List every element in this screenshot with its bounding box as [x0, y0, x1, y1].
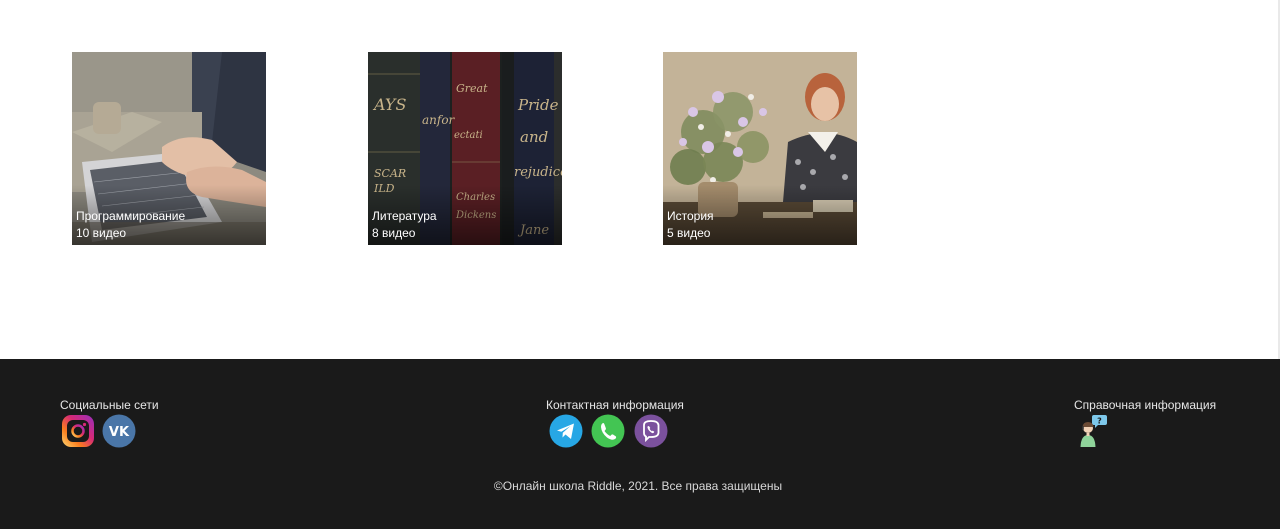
- social-title: Социальные сети: [60, 398, 159, 412]
- footer: Социальные сети VK Контактная информация…: [0, 359, 1280, 529]
- svg-text:and: and: [520, 128, 548, 146]
- svg-text:SCAR: SCAR: [374, 167, 406, 180]
- course-title: Программирование: [76, 209, 186, 223]
- instagram-icon[interactable]: [61, 414, 95, 448]
- course-card-literature[interactable]: AYS anfor Great ectati Pride and rejudic…: [368, 52, 562, 245]
- vk-icon[interactable]: VK: [102, 414, 136, 448]
- svg-text:VK: VK: [109, 425, 130, 440]
- course-video-count: 5 видео: [667, 226, 711, 240]
- course-title: Литература: [372, 209, 437, 223]
- contact-title: Контактная информация: [546, 398, 684, 412]
- course-title: История: [667, 209, 714, 223]
- svg-text:rejudice: rejudice: [514, 165, 562, 180]
- page: Программирование 10 видео AYS anfor Grea…: [0, 0, 1280, 529]
- whatsapp-icon[interactable]: [591, 414, 625, 448]
- svg-text:Pride: Pride: [517, 96, 559, 114]
- svg-text:Great: Great: [456, 82, 488, 95]
- svg-text:ectati: ectati: [454, 130, 483, 141]
- course-video-count: 8 видео: [372, 226, 416, 240]
- svg-text:anfor: anfor: [422, 113, 456, 127]
- course-video-count: 10 видео: [76, 226, 127, 240]
- support-agent-icon[interactable]: ?: [1077, 414, 1111, 448]
- help-title: Справочная информация: [1074, 398, 1217, 412]
- svg-text:?: ?: [1097, 417, 1102, 426]
- course-card-history[interactable]: История 5 видео: [663, 52, 857, 245]
- course-card-programming[interactable]: Программирование 10 видео: [72, 52, 266, 245]
- viber-icon[interactable]: [634, 414, 668, 448]
- svg-text:AYS: AYS: [372, 95, 406, 114]
- copyright-text: ©Онлайн школа Riddle, 2021. Все права за…: [493, 479, 783, 493]
- telegram-icon[interactable]: [549, 414, 583, 448]
